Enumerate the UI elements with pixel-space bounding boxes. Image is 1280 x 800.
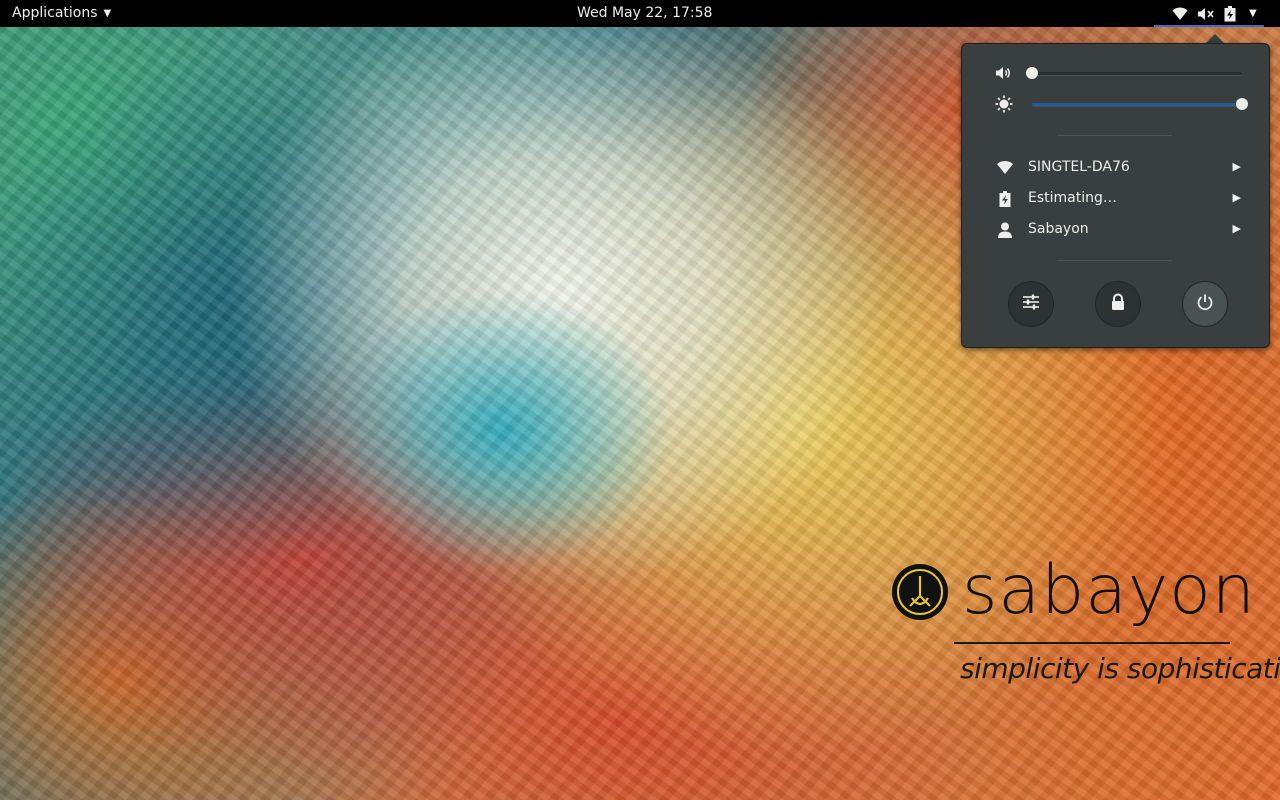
menu-item-label: Sabayon [1028, 221, 1089, 237]
volume-icon [995, 64, 1013, 82]
menu-item-wifi[interactable]: SINGTEL-DA76 ▶ [962, 152, 1269, 182]
sabayon-logo-mark [892, 564, 948, 620]
wifi-icon [1172, 7, 1188, 21]
system-status-area[interactable]: ▼ [1170, 0, 1272, 27]
power-icon [1196, 293, 1214, 315]
power-button[interactable] [1182, 281, 1228, 327]
wifi-icon [996, 158, 1014, 176]
menu-item-label: SINGTEL-DA76 [1028, 159, 1130, 175]
volume-slider[interactable] [1026, 67, 1242, 79]
system-menu: SINGTEL-DA76 ▶ Estimating… ▶ Sabayon ▶ [961, 43, 1270, 348]
brand-tagline: simplicity is sophistication [960, 652, 1280, 685]
brightness-slider-handle[interactable] [1236, 98, 1248, 110]
chevron-right-icon: ▶ [1232, 222, 1241, 235]
brightness-row [962, 92, 1269, 116]
menu-item-label: Estimating… [1028, 190, 1117, 206]
chevron-right-icon: ▶ [1232, 160, 1241, 173]
brightness-icon [995, 95, 1013, 113]
volume-row [962, 61, 1269, 85]
battery-charging-icon [996, 189, 1014, 207]
volume-muted-icon [1197, 7, 1215, 21]
system-actions [962, 281, 1269, 327]
menu-item-user[interactable]: Sabayon ▶ [962, 214, 1269, 244]
clock[interactable]: Wed May 22, 17:58 [577, 0, 712, 27]
menu-item-battery[interactable]: Estimating… ▶ [962, 183, 1269, 213]
separator [1057, 260, 1172, 261]
applications-label: Applications [12, 5, 98, 21]
chevron-right-icon: ▶ [1232, 191, 1241, 204]
lock-button[interactable] [1095, 281, 1141, 327]
chevron-down-icon: ▼ [1249, 7, 1257, 19]
chevron-down-icon: ▼ [103, 7, 112, 19]
top-bar: Applications ▼ Wed May 22, 17:58 ▼ [0, 0, 1280, 27]
separator [1057, 135, 1172, 136]
lock-icon [1110, 293, 1126, 315]
battery-charging-icon [1224, 5, 1236, 22]
user-icon [996, 220, 1014, 238]
brightness-slider[interactable] [1032, 98, 1248, 110]
status-area-active-indicator [1154, 25, 1264, 27]
settings-button[interactable] [1008, 281, 1054, 327]
logo-divider [954, 642, 1230, 644]
applications-menu-button[interactable]: Applications ▼ [12, 0, 111, 27]
brand-wordmark: sabayon [962, 551, 1256, 630]
brightness-slider-fill [1032, 103, 1242, 106]
settings-sliders-icon [1022, 293, 1040, 315]
volume-slider-handle[interactable] [1026, 67, 1038, 79]
